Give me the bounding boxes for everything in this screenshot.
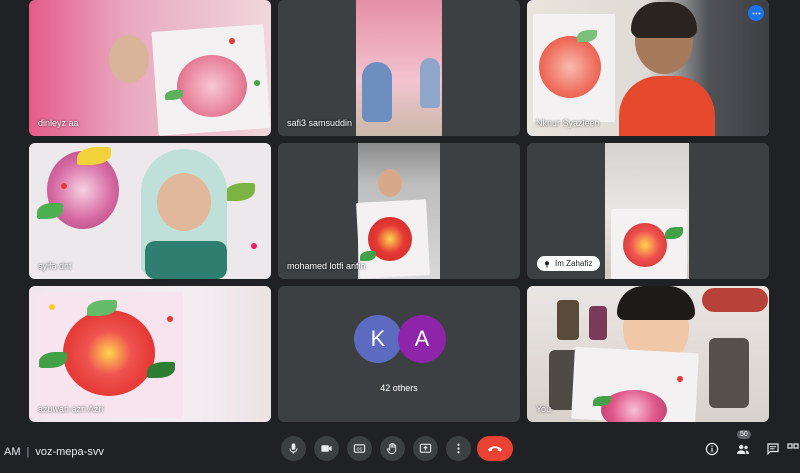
participant-face — [157, 173, 211, 231]
activities-button[interactable] — [786, 436, 800, 461]
people-button[interactable]: 50 — [730, 430, 755, 461]
wall-decoration — [709, 338, 749, 408]
chat-button[interactable] — [760, 436, 785, 461]
present-button[interactable] — [413, 436, 438, 461]
participant-tile-azuwan[interactable]: azuwan azri Azri — [29, 286, 271, 422]
meeting-details-button[interactable] — [699, 436, 724, 461]
participant-tile-zahafiz[interactable]: Im Zahafiz — [527, 143, 769, 279]
captions-icon: CC — [353, 444, 366, 453]
paint-dot — [49, 304, 55, 310]
participant-name: You — [536, 404, 552, 414]
avatar-k: K — [354, 315, 402, 363]
wall-decoration — [589, 306, 607, 340]
participant-name: mohamed lotfi arifin — [287, 261, 366, 271]
participant-shirt — [145, 241, 227, 279]
paint-dot — [229, 38, 235, 44]
paint-dot — [677, 376, 683, 382]
separator: | — [26, 446, 30, 458]
participant-name: azuwan azri Azri — [38, 404, 104, 414]
more-horizontal-icon — [752, 12, 760, 14]
raise-hand-button[interactable] — [380, 436, 405, 461]
chat-icon — [766, 442, 779, 455]
wall-decoration — [702, 288, 768, 312]
microphone-button[interactable] — [281, 436, 306, 461]
participant-tile-syifa[interactable]: syifa dnt — [29, 143, 271, 279]
participant-hair — [631, 2, 697, 38]
meeting-info: AM | voz-mepa-svv — [4, 446, 104, 458]
participant-tile-safi3[interactable]: safi3 samsuddin — [278, 0, 520, 136]
paint-dot — [167, 316, 173, 322]
painted-flower — [63, 310, 155, 396]
painted-flower — [177, 55, 247, 117]
more-options-button[interactable] — [748, 5, 764, 21]
paint-dot — [61, 183, 67, 189]
participant-face — [378, 169, 402, 197]
end-call-button[interactable] — [477, 436, 513, 461]
raise-hand-icon — [386, 443, 397, 455]
self-tile[interactable]: You — [527, 286, 769, 422]
end-call-icon — [487, 446, 503, 452]
others-count: 42 others — [380, 383, 418, 393]
paint-dot — [254, 80, 260, 86]
participant-shirt — [619, 76, 715, 136]
painted-flower — [539, 36, 601, 98]
avatar-letter: K — [370, 326, 386, 351]
avatar-a: A — [398, 315, 446, 363]
participant-name: dinleyz aa — [38, 118, 79, 128]
info-icon — [705, 442, 718, 455]
camera-icon — [321, 445, 332, 452]
paint-dot — [251, 243, 257, 249]
participant-tile-mohamed[interactable]: mohamed lotfi arifin — [278, 143, 520, 279]
participant-name: syifa dnt — [38, 261, 72, 271]
participant-figure — [420, 58, 440, 108]
captions-button[interactable]: CC — [347, 436, 372, 461]
meeting-code: voz-mepa-svv — [35, 446, 104, 458]
participant-name: Nknur Syazleen — [536, 118, 600, 128]
wall-decoration — [557, 300, 579, 340]
more-options-button[interactable] — [446, 436, 471, 461]
participant-name: Im Zahafiz — [555, 259, 593, 268]
camera-button[interactable] — [314, 436, 339, 461]
pinned-name-chip[interactable]: Im Zahafiz — [537, 256, 601, 271]
bottom-control-bar: AM | voz-mepa-svv CC 50 — [0, 430, 800, 473]
activities-icon — [787, 442, 799, 449]
participant-hair — [617, 286, 695, 320]
people-count-badge: 50 — [737, 430, 751, 439]
participant-figure — [362, 62, 392, 122]
avatar-letter: A — [414, 326, 430, 351]
people-icon — [736, 444, 749, 454]
painted-flower — [601, 390, 667, 422]
participant-tile-dinleyz[interactable]: dinleyz aa — [29, 0, 271, 136]
clock-time: AM — [4, 446, 21, 458]
participant-face — [109, 35, 149, 83]
participant-name: safi3 samsuddin — [287, 118, 353, 128]
pin-icon — [545, 260, 549, 268]
present-icon — [419, 443, 432, 453]
svg-text:CC: CC — [356, 447, 362, 452]
painted-flower — [623, 223, 667, 267]
others-tile[interactable]: K A 42 others — [278, 286, 520, 422]
microphone-icon — [289, 443, 298, 454]
more-options-icon — [457, 443, 460, 454]
participant-tile-nknur[interactable]: Nknur Syazleen — [527, 0, 769, 136]
